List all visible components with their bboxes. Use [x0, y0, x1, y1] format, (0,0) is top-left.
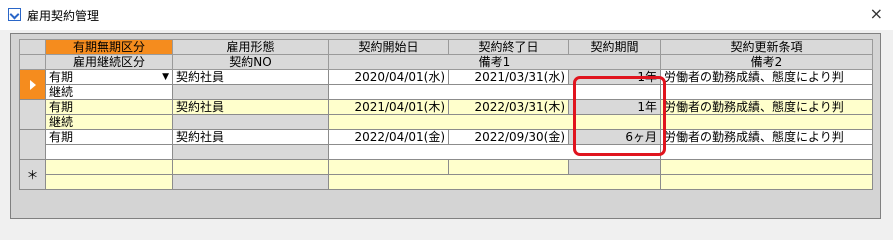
cell-keizoku[interactable]	[45, 144, 173, 160]
cell-kubun-new[interactable]	[45, 159, 173, 175]
cell-keitai[interactable]: 契約社員	[172, 69, 329, 85]
cell-biko1[interactable]	[328, 84, 661, 100]
record-selector[interactable]	[19, 99, 46, 130]
header-koyo-keitai[interactable]: 雇用形態	[172, 39, 329, 55]
app-icon	[8, 8, 21, 21]
new-record-row-sub[interactable]	[20, 174, 873, 190]
cell-start-date[interactable]: 2020/04/01(水)	[328, 69, 449, 85]
table-row[interactable]: 有期 契約社員 2022/04/01(金) 2022/09/30(金) 6ヶ月 …	[19, 129, 873, 160]
cell-contract-no-new[interactable]	[172, 174, 329, 190]
header-renewal-clause[interactable]: 契約更新条項	[660, 39, 873, 55]
new-record-row[interactable]: ＊	[19, 159, 873, 190]
cell-biko1[interactable]	[328, 144, 661, 160]
cell-biko2[interactable]	[660, 84, 873, 100]
header-selector	[19, 39, 46, 55]
header-biko1[interactable]: 備考1	[328, 54, 661, 70]
cell-end-date[interactable]: 2022/09/30(金)	[448, 129, 569, 145]
table-row-sub[interactable]: 継続	[20, 84, 873, 100]
cell-end-date-new[interactable]	[448, 159, 569, 175]
cell-renewal-new[interactable]	[660, 159, 873, 175]
header-biko2[interactable]: 備考2	[660, 54, 873, 70]
cell-start-date[interactable]: 2021/04/01(木)	[328, 99, 449, 115]
cell-end-date[interactable]: 2021/03/31(水)	[448, 69, 569, 85]
dropdown-arrow-icon[interactable]: ▼	[162, 71, 169, 84]
cell-start-date-new[interactable]	[328, 159, 449, 175]
cell-period[interactable]: 1年	[568, 99, 661, 115]
cell-keizoku[interactable]: 継続	[45, 114, 173, 130]
cell-period[interactable]: 1年	[568, 69, 661, 85]
cell-biko2-new[interactable]	[660, 174, 873, 190]
table-row[interactable]: 有期 ▼ 契約社員 2020/04/01(水) 2021/03/31(水) 1年 …	[19, 69, 873, 100]
cell-contract-no[interactable]	[172, 114, 329, 130]
cell-start-date[interactable]: 2022/04/01(金)	[328, 129, 449, 145]
header-start-date[interactable]: 契約開始日	[328, 39, 449, 55]
cell-kubun[interactable]: 有期	[45, 129, 173, 145]
cell-kubun[interactable]: 有期	[45, 99, 173, 115]
record-selector-current[interactable]	[19, 69, 46, 100]
header-contract-no[interactable]: 契約NO	[172, 54, 329, 70]
contract-grid: 有期無期区分 雇用形態 契約開始日 契約終了日 契約期間 契約更新条項 雇用継続…	[19, 39, 873, 190]
cell-biko2[interactable]	[660, 114, 873, 130]
datasheet-frame: 有期無期区分 雇用形態 契約開始日 契約終了日 契約期間 契約更新条項 雇用継続…	[10, 33, 881, 219]
header-yuki-muki-kubun[interactable]: 有期無期区分	[45, 39, 173, 55]
table-row-sub[interactable]	[20, 144, 873, 160]
cell-end-date[interactable]: 2022/03/31(木)	[448, 99, 569, 115]
cell-renewal[interactable]: 労働者の勤務成績、態度により判	[660, 129, 873, 145]
current-record-arrow-icon	[29, 80, 36, 90]
header-end-date[interactable]: 契約終了日	[448, 39, 569, 55]
cell-renewal[interactable]: 労働者の勤務成績、態度により判	[660, 69, 873, 85]
title-bar: 雇用契約管理 ×	[0, 0, 893, 30]
cell-keitai-new[interactable]	[172, 159, 329, 175]
header-keizoku-kubun[interactable]: 雇用継続区分	[45, 54, 173, 70]
table-row[interactable]: 有期 契約社員 2021/04/01(木) 2022/03/31(木) 1年 労…	[19, 99, 873, 130]
close-icon[interactable]: ×	[870, 4, 883, 23]
table-row-sub[interactable]: 継続	[20, 114, 873, 130]
cell-biko2[interactable]	[660, 144, 873, 160]
header-selector-2	[19, 54, 46, 70]
new-record-marker[interactable]: ＊	[19, 159, 46, 190]
cell-kubun[interactable]: 有期 ▼	[45, 69, 173, 85]
record-selector[interactable]	[19, 129, 46, 160]
cell-keizoku-new[interactable]	[45, 174, 173, 190]
cell-period-new[interactable]	[568, 159, 661, 175]
cell-keizoku[interactable]: 継続	[45, 84, 173, 100]
window-title: 雇用契約管理	[27, 9, 100, 23]
cell-biko1[interactable]	[328, 114, 661, 130]
cell-contract-no[interactable]	[172, 144, 329, 160]
cell-biko1-new[interactable]	[328, 174, 661, 190]
cell-contract-no[interactable]	[172, 84, 329, 100]
cell-keitai[interactable]: 契約社員	[172, 99, 329, 115]
cell-renewal[interactable]: 労働者の勤務成績、態度により判	[660, 99, 873, 115]
header-contract-period[interactable]: 契約期間	[568, 39, 661, 55]
cell-keitai[interactable]: 契約社員	[172, 129, 329, 145]
cell-period[interactable]: 6ヶ月	[568, 129, 661, 145]
